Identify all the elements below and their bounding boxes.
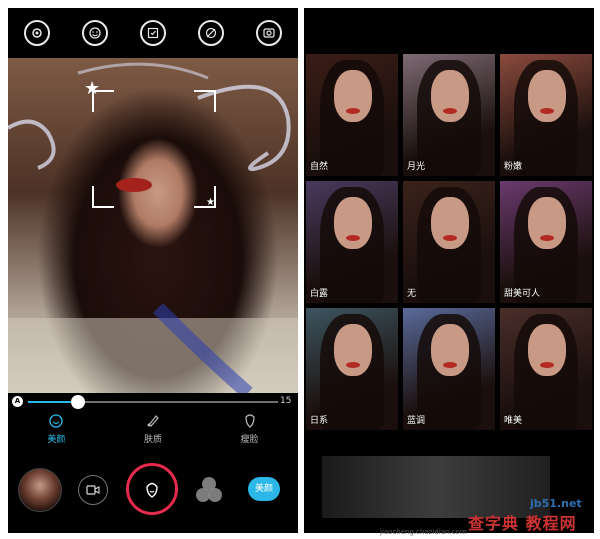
watermark-site: jb51.net bbox=[530, 497, 582, 510]
focus-frame-corner bbox=[194, 90, 216, 112]
star-icon: ★ bbox=[84, 78, 101, 99]
camera-screen: ★ ★ A 15 美颜 肤质 瘦脸 美颜 bbox=[8, 8, 298, 533]
filter-item[interactable]: 自然 bbox=[306, 54, 398, 176]
filter-item[interactable]: 日系 bbox=[306, 308, 398, 430]
filter-grid: 自然 月光 粉嫩白露 无 甜美可人日系 蓝调 唯美 bbox=[306, 54, 592, 434]
subject-face bbox=[528, 324, 566, 376]
subject-lips bbox=[443, 108, 457, 114]
tab-label: 美颜 bbox=[47, 435, 66, 445]
filter-icon[interactable] bbox=[194, 475, 224, 505]
subject-lips bbox=[540, 362, 554, 368]
filter-label: 蓝调 bbox=[407, 416, 426, 426]
flash-icon[interactable] bbox=[198, 20, 224, 46]
watermark-domain: jiaocheng.chazidian.com bbox=[380, 528, 467, 536]
watermark-title: 查字典 教程网 bbox=[468, 514, 577, 533]
subject-lips bbox=[443, 362, 457, 368]
subject-lips bbox=[346, 362, 360, 368]
subject-lips bbox=[540, 108, 554, 114]
tab-slim-face[interactable]: 瘦脸 bbox=[215, 413, 285, 451]
beauty-face-icon bbox=[146, 482, 158, 498]
filter-label: 月光 bbox=[407, 162, 426, 172]
switch-camera-icon[interactable] bbox=[256, 20, 282, 46]
shutter-button[interactable] bbox=[126, 463, 178, 515]
settings-icon[interactable] bbox=[24, 20, 50, 46]
filter-item[interactable]: 蓝调 bbox=[403, 308, 495, 430]
tab-label: 肤质 bbox=[143, 435, 162, 445]
timer-icon[interactable] bbox=[140, 20, 166, 46]
filter-label: 白露 bbox=[310, 289, 329, 299]
filter-label: 日系 bbox=[310, 416, 329, 426]
subject-face bbox=[334, 70, 372, 122]
slider-thumb[interactable] bbox=[71, 395, 85, 409]
subject-face bbox=[334, 197, 372, 249]
filter-label: 唯美 bbox=[504, 416, 523, 426]
filter-item[interactable]: 白露 bbox=[306, 181, 398, 303]
filter-item[interactable]: 无 bbox=[403, 181, 495, 303]
beauty-tabs: 美颜 肤质 瘦脸 bbox=[8, 413, 298, 451]
star-icon: ★ bbox=[206, 197, 215, 208]
top-toolbar bbox=[8, 8, 298, 58]
tab-skin[interactable]: 肤质 bbox=[118, 413, 188, 451]
subject-lips bbox=[346, 235, 360, 241]
camera-preview[interactable]: ★ ★ bbox=[8, 58, 298, 393]
filter-item[interactable]: 唯美 bbox=[500, 308, 592, 430]
video-mode-button[interactable] bbox=[78, 475, 108, 505]
filter-label: 无 bbox=[407, 289, 417, 299]
gallery-thumbnail[interactable] bbox=[18, 468, 62, 512]
brush-icon bbox=[147, 415, 159, 427]
bottom-bar: 美颜 bbox=[8, 453, 298, 533]
subject-lips bbox=[346, 108, 360, 114]
tab-label: 瘦脸 bbox=[240, 435, 259, 445]
beauty-slider[interactable]: A 15 bbox=[8, 393, 298, 411]
subject-face bbox=[528, 70, 566, 122]
slider-max-value: 15 bbox=[280, 396, 292, 406]
beauty-toggle-button[interactable]: 美颜 bbox=[248, 477, 280, 501]
auto-level-icon[interactable]: A bbox=[12, 396, 23, 407]
subject-face bbox=[334, 324, 372, 376]
face-smile-icon bbox=[49, 414, 63, 428]
subject-lips bbox=[443, 235, 457, 241]
subject-lips bbox=[540, 235, 554, 241]
scribble-decoration bbox=[8, 62, 298, 393]
face-slim-icon bbox=[245, 414, 255, 428]
subject-lips bbox=[116, 178, 152, 192]
preview-strip bbox=[322, 456, 550, 518]
filter-label: 自然 bbox=[310, 162, 329, 172]
filter-item[interactable]: 粉嫩 bbox=[500, 54, 592, 176]
slider-track[interactable] bbox=[28, 395, 278, 409]
subject-face bbox=[431, 70, 469, 122]
filter-screen: 自然 月光 粉嫩白露 无 甜美可人日系 蓝调 唯美 bbox=[304, 8, 594, 533]
filter-item[interactable]: 甜美可人 bbox=[500, 181, 592, 303]
filter-item[interactable]: 月光 bbox=[403, 54, 495, 176]
subject-face bbox=[528, 197, 566, 249]
focus-frame-corner bbox=[92, 186, 114, 208]
subject-face bbox=[431, 197, 469, 249]
face-icon[interactable] bbox=[82, 20, 108, 46]
tab-beauty[interactable]: 美颜 bbox=[21, 413, 91, 451]
video-icon bbox=[86, 485, 100, 495]
filter-label: 粉嫩 bbox=[504, 162, 523, 172]
subject-face bbox=[431, 324, 469, 376]
filter-label: 甜美可人 bbox=[504, 289, 541, 299]
